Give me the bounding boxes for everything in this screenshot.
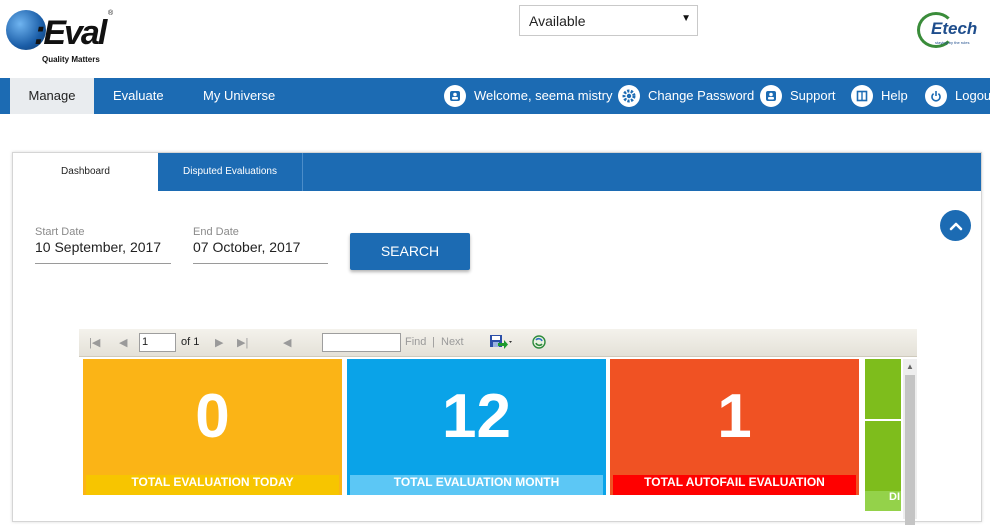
availability-value: Available	[529, 13, 586, 29]
etech-logo-sub: staying by the rules	[935, 40, 970, 45]
next-page-icon[interactable]: ▶	[215, 336, 223, 349]
logo-tagline: Quality Matters	[42, 55, 100, 64]
help-link[interactable]: Help	[851, 78, 908, 114]
report-scrollbar[interactable]: ▲	[903, 359, 917, 525]
chevron-up-icon	[949, 222, 962, 230]
tile-caption: DI	[865, 491, 901, 511]
tile-total-evaluation-today[interactable]: 0 TOTAL EVALUATION TODAY	[83, 359, 342, 495]
nav-tab-manage[interactable]: Manage	[10, 78, 94, 114]
end-date-input[interactable]: 07 October, 2017	[193, 239, 328, 264]
nav-tab-evaluate[interactable]: Evaluate	[113, 78, 164, 114]
start-date-field[interactable]: Start Date 10 September, 2017	[35, 226, 171, 264]
tile-caption: TOTAL EVALUATION MONTH	[350, 475, 603, 495]
main-nav: Manage Evaluate My Universe Welcome, see…	[0, 78, 990, 114]
power-icon	[925, 85, 947, 107]
back-to-parent-icon[interactable]: ◀	[283, 336, 291, 349]
first-page-icon[interactable]: |◀	[89, 336, 100, 349]
scrollbar-thumb[interactable]	[905, 375, 915, 525]
dropdown-arrow-icon: ▼	[681, 13, 691, 24]
find-separator: |	[432, 336, 435, 348]
tile-total-evaluation-month[interactable]: 12 TOTAL EVALUATION MONTH	[347, 359, 606, 495]
page-number-input[interactable]: 1	[139, 333, 176, 352]
logo-text: :Eval	[34, 14, 107, 52]
end-date-label: End Date	[193, 226, 239, 238]
tile-caption: TOTAL EVALUATION TODAY	[86, 475, 339, 495]
support-label: Support	[790, 88, 836, 103]
refresh-icon[interactable]	[531, 334, 547, 353]
start-date-label: Start Date	[35, 226, 85, 238]
export-icon[interactable]	[489, 334, 513, 353]
availability-select[interactable]: Available ▼	[519, 5, 698, 36]
help-label: Help	[881, 88, 908, 103]
user-icon	[444, 85, 466, 107]
welcome-user[interactable]: Welcome, seema mistry	[444, 78, 612, 114]
report-toolbar: |◀ ◀ 1 of 1 ▶ ▶| ◀ Find | Next	[79, 329, 917, 357]
last-page-icon[interactable]: ▶|	[237, 336, 248, 349]
logout-link[interactable]: Logout	[925, 78, 990, 114]
collapse-button[interactable]	[940, 210, 971, 241]
tile-caption: TOTAL AUTOFAIL EVALUATION	[613, 475, 856, 495]
logout-label: Logout	[955, 88, 990, 103]
change-password-label: Change Password	[648, 88, 755, 103]
start-date-input[interactable]: 10 September, 2017	[35, 239, 171, 264]
previous-page-icon[interactable]: ◀	[119, 336, 127, 349]
end-date-field[interactable]: End Date 07 October, 2017	[193, 226, 328, 264]
welcome-label: Welcome, seema mistry	[474, 88, 613, 103]
find-text-input[interactable]	[322, 333, 401, 352]
panel-tabs: Dashboard Disputed Evaluations	[13, 153, 981, 191]
change-password-link[interactable]: Change Password	[618, 78, 754, 114]
find-link[interactable]: Find	[405, 336, 426, 348]
next-link[interactable]: Next	[441, 336, 464, 348]
tile-value: 12	[442, 382, 511, 451]
etech-logo-text: Etech	[931, 19, 978, 38]
book-icon	[851, 85, 873, 107]
tile-total-autofail-evaluation[interactable]: 1 TOTAL AUTOFAIL EVALUATION	[610, 359, 859, 495]
etech-logo: Etech staying by the rules	[915, 10, 983, 50]
top-header: :Eval ® Quality Matters Available ▼ Etec…	[0, 0, 990, 78]
dashboard-panel: Dashboard Disputed Evaluations Start Dat…	[12, 152, 982, 525]
support-link[interactable]: Support	[760, 78, 836, 114]
qeval-logo[interactable]: :Eval ® Quality Matters	[6, 6, 114, 68]
tile-value: 1	[717, 382, 752, 451]
tile-value: 0	[195, 382, 230, 451]
page-count-label: of 1	[181, 336, 200, 348]
nav-tab-my-universe[interactable]: My Universe	[203, 78, 275, 114]
search-button[interactable]: SEARCH	[350, 233, 470, 270]
gear-icon	[618, 85, 640, 107]
scroll-up-icon[interactable]: ▲	[906, 362, 914, 371]
tile-disputed[interactable]: DI	[865, 359, 901, 511]
support-icon	[760, 85, 782, 107]
tab-dashboard[interactable]: Dashboard	[13, 153, 158, 191]
tab-disputed-evaluations[interactable]: Disputed Evaluations	[158, 153, 302, 191]
